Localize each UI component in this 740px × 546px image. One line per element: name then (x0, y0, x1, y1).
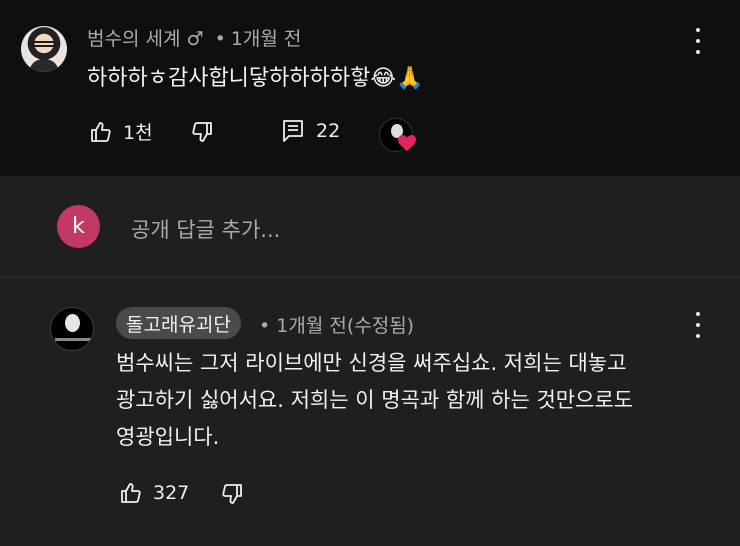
dislike-button[interactable] (190, 120, 214, 144)
reply-input[interactable]: 공개 답글 추가... (131, 214, 280, 244)
author-name[interactable]: 범수의 세계 (87, 28, 180, 50)
reply-avatar-head (65, 314, 80, 332)
reply-like-button[interactable]: 327 (119, 481, 189, 505)
comment-meta: 범수의 세계 ♂ • 1개월 전 (87, 24, 301, 51)
author-avatar[interactable] (21, 26, 67, 72)
reply-like-count: 327 (153, 482, 190, 504)
comment-time[interactable]: 1개월 전 (231, 28, 302, 50)
reply-more-options-icon[interactable] (688, 312, 708, 338)
reply-input-section (0, 176, 740, 276)
avatar-shirt (29, 59, 59, 72)
author-badge: ♂ (186, 28, 204, 50)
reply-text-line: 영광입니다. (116, 425, 220, 449)
heart-icon (397, 134, 417, 152)
current-user-avatar: k (57, 205, 100, 248)
meta-separator: • (259, 315, 271, 337)
more-options-icon[interactable] (688, 28, 708, 54)
comment-icon (282, 119, 304, 143)
reply-count: 22 (316, 120, 341, 142)
reply-dislike-button[interactable] (220, 482, 244, 506)
replies-button[interactable]: 22 (282, 119, 340, 143)
reply-author-avatar[interactable] (50, 307, 94, 351)
channel-owner-badge[interactable]: 돌고래유괴단 (116, 307, 241, 339)
thumb-down-icon (220, 482, 244, 506)
thumb-up-icon (119, 481, 143, 505)
reply-text-line: 범수씨는 그저 라이브에만 신경을 써주십쇼. 저희는 대놓고 (116, 351, 627, 375)
like-count: 1천 (123, 122, 153, 144)
reply-text: 범수씨는 그저 라이브에만 신경을 써주십쇼. 저희는 대놓고 광고하기 싫어서… (116, 345, 716, 456)
meta-separator: • (214, 28, 226, 50)
like-button[interactable]: 1천 (89, 118, 153, 145)
thumb-up-icon (89, 120, 113, 144)
reply-meta: • 1개월 전(수정됨) (259, 311, 414, 338)
reply-time[interactable]: 1개월 전(수정됨) (276, 315, 414, 337)
reply-avatar-text (55, 338, 91, 341)
thumb-down-icon (190, 120, 214, 144)
reply-text-line: 광고하기 싫어서요. 저희는 이 명곡과 함께 하는 것만으로도 (116, 388, 634, 412)
avatar-glasses (32, 41, 56, 47)
comment-text: 하하하ㅎ감사합니닿하하하하핳😂🙏 (87, 66, 424, 91)
